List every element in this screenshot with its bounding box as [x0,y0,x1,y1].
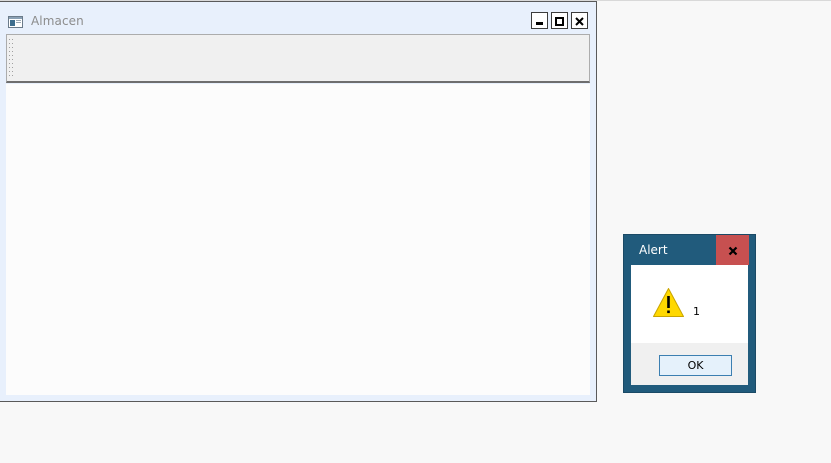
window-app-icon [8,13,23,28]
alert-message: 1 [693,305,700,318]
minimize-icon [535,11,544,30]
toolbar-grip-handle[interactable] [8,38,16,80]
alert-footer: OK [631,343,748,385]
ok-button[interactable]: OK [659,355,732,376]
window-close-button[interactable] [571,12,588,29]
maximize-icon [555,11,564,30]
minimize-button[interactable] [531,12,548,29]
desktop: Almacen Alert 1 OK [0,0,831,463]
toolbar [6,34,590,83]
alert-close-button[interactable] [716,235,749,265]
close-icon [575,11,584,30]
warning-icon [652,287,685,318]
alert-title: Alert [639,243,668,257]
main-content-area [6,84,590,395]
maximize-button[interactable] [551,12,568,29]
main-window: Almacen [0,1,597,402]
alert-dialog: Alert 1 OK [623,234,756,393]
close-icon [728,241,738,260]
window-title: Almacen [31,14,84,28]
main-window-titlebar[interactable]: Almacen [0,2,596,32]
alert-body: 1 [631,265,748,343]
